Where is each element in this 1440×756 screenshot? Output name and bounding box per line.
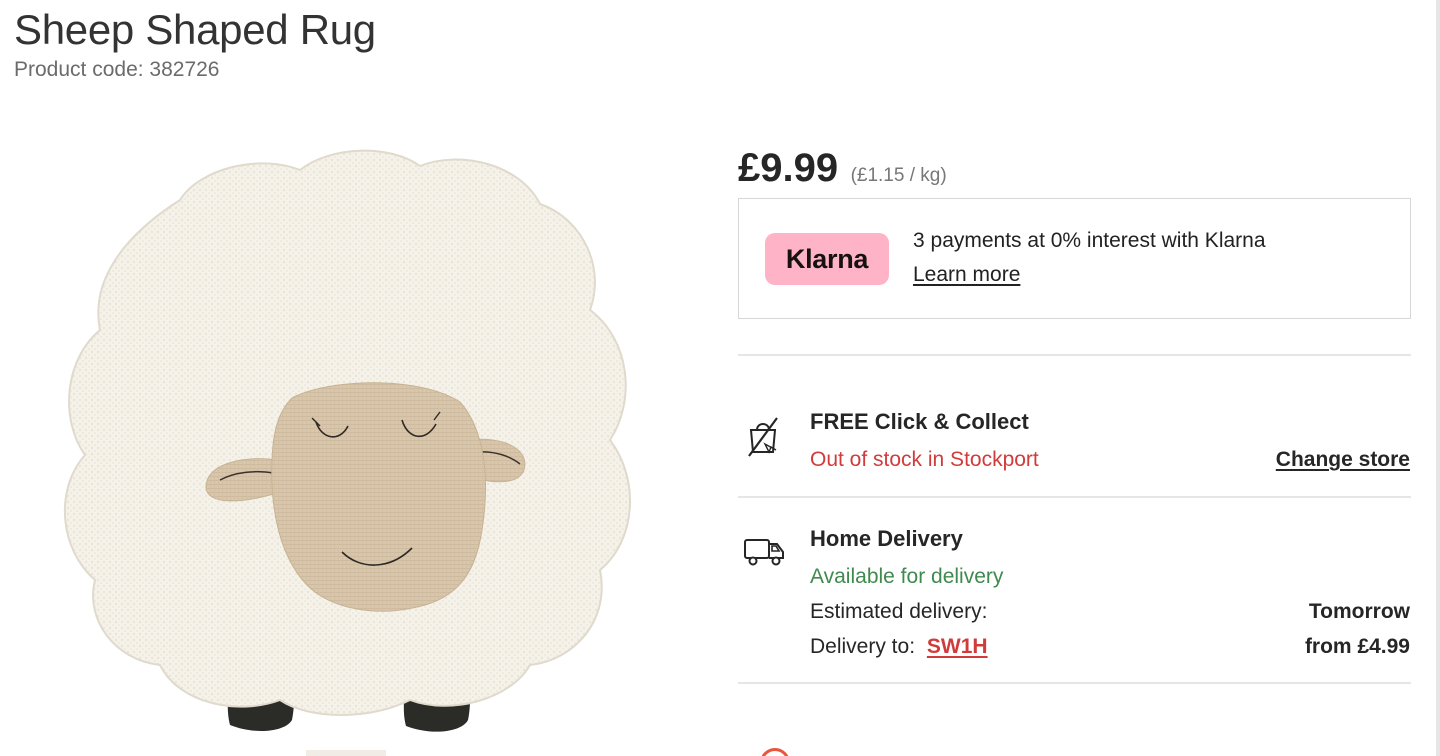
scrollbar-track[interactable] <box>1436 0 1440 756</box>
postcode-link[interactable]: SW1H <box>927 635 988 658</box>
product-image[interactable] <box>30 140 670 756</box>
klarna-learn-more-link[interactable]: Learn more <box>913 263 1020 287</box>
price-row: £9.99 (£1.15 / kg) <box>738 146 947 191</box>
home-delivery-title: Home Delivery <box>810 526 963 551</box>
product-page: Sheep Shaped Rug Product code: 382726 £9… <box>0 0 1440 756</box>
product-code: Product code: 382726 <box>14 58 220 81</box>
delivery-cost: from £4.99 <box>1304 635 1410 658</box>
delivery-van-icon <box>741 528 787 574</box>
thumbnail-peek[interactable] <box>306 750 386 756</box>
price: £9.99 <box>738 146 839 190</box>
divider <box>738 354 1411 356</box>
no-bag-icon <box>741 412 787 458</box>
divider <box>738 682 1411 684</box>
click-collect-title: FREE Click & Collect <box>810 409 1029 434</box>
change-store-link[interactable]: Change store <box>1276 448 1410 472</box>
estimated-delivery-label: Estimated delivery: <box>810 600 988 623</box>
divider <box>738 496 1411 498</box>
klarna-logo: Klarna <box>765 233 889 285</box>
klarna-panel: Klarna 3 payments at 0% interest with Kl… <box>738 198 1411 319</box>
product-title: Sheep Shaped Rug <box>14 6 376 53</box>
delivery-to-label: Delivery to: <box>810 635 916 658</box>
unit-price: (£1.15 / kg) <box>850 165 947 186</box>
klarna-message: 3 payments at 0% interest with Klarna <box>913 229 1266 252</box>
delivery-to-row: Delivery to: SW1H <box>810 635 988 659</box>
home-delivery-status: Available for delivery <box>810 565 1004 588</box>
next-section-icon <box>760 748 790 756</box>
click-collect-status: Out of stock in Stockport <box>810 448 1039 471</box>
estimated-delivery-value: Tomorrow <box>1308 600 1410 623</box>
